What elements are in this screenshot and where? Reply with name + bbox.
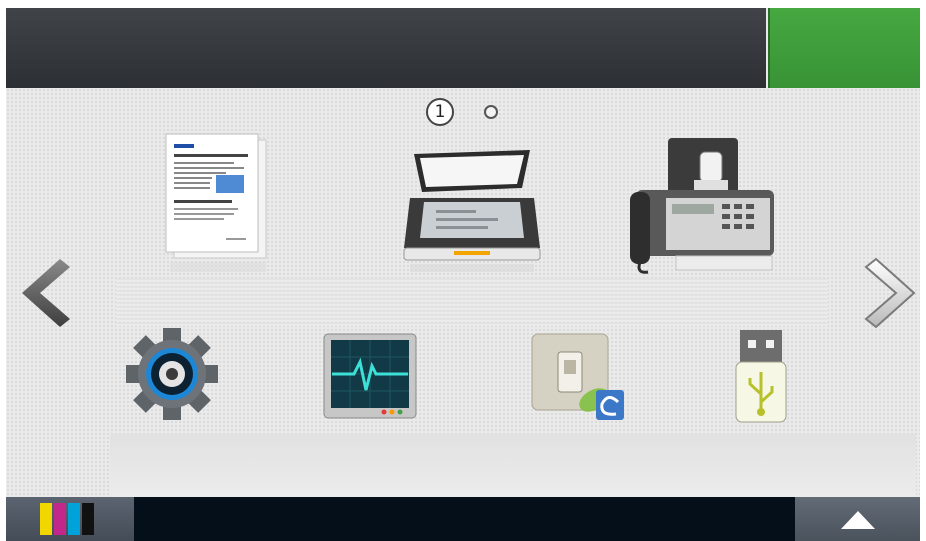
page-indicator: 1 bbox=[426, 98, 506, 128]
next-page-arrow-icon[interactable] bbox=[860, 253, 920, 333]
icon-row-shelf bbox=[116, 278, 828, 326]
bottom-message-area bbox=[134, 497, 795, 541]
job-status-icon[interactable] bbox=[322, 332, 418, 420]
copy-icon[interactable] bbox=[156, 130, 276, 280]
toner-status-button[interactable] bbox=[6, 497, 134, 541]
page-indicator-current[interactable]: 1 bbox=[426, 98, 454, 126]
fax-icon[interactable] bbox=[626, 134, 776, 280]
expand-panel-button[interactable] bbox=[795, 497, 920, 541]
triangle-up-icon bbox=[841, 511, 875, 529]
usb-icon[interactable] bbox=[726, 328, 796, 426]
printer-home-screen: 1 bbox=[6, 8, 920, 541]
toner-level-icon bbox=[40, 503, 94, 535]
settings-icon[interactable] bbox=[124, 326, 220, 422]
icon-row-shelf-lower bbox=[110, 434, 916, 498]
previous-page-arrow-icon[interactable] bbox=[16, 253, 76, 333]
machine-status-button[interactable] bbox=[768, 8, 920, 88]
top-status-bar bbox=[6, 8, 766, 88]
page-indicator-next[interactable] bbox=[484, 105, 498, 119]
scan-icon[interactable] bbox=[396, 140, 546, 280]
eco-icon[interactable] bbox=[528, 330, 628, 426]
